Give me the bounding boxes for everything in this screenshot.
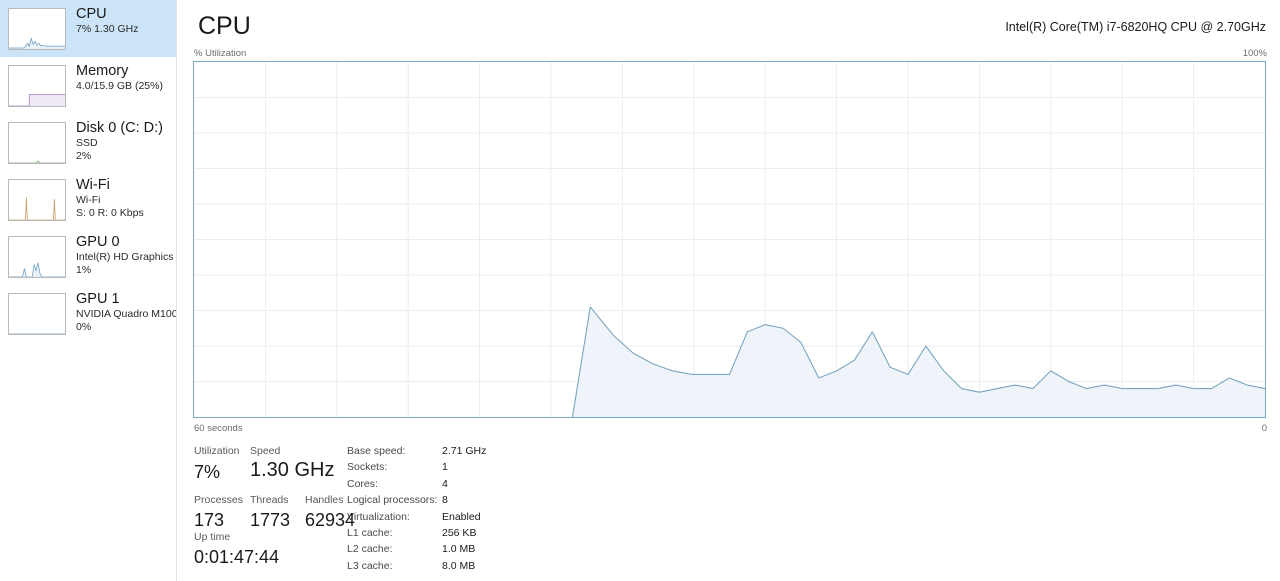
graph-y-axis-label: % Utilization [194, 48, 247, 59]
spec-value: 1 [442, 461, 448, 474]
spec-label: Virtualization: [347, 510, 410, 523]
sidebar-item-disk-0-c-d[interactable]: Disk 0 (C: D:) SSD 2% [0, 114, 176, 171]
cpu-model-label: Intel(R) Core(TM) i7-6820HQ CPU @ 2.70GH… [1005, 20, 1266, 34]
sidebar-item-sublabel-2: 2% [76, 150, 92, 162]
sidebar-item-sublabel-2: S: 0 R: 0 Kbps [76, 207, 144, 219]
speed-label: Speed [250, 445, 281, 457]
speed-value: 1.30 GHz [250, 459, 335, 481]
gpu1-thumbnail-graph [8, 293, 66, 335]
threads-value: 1773 [250, 510, 291, 530]
spec-label: Cores: [347, 477, 378, 490]
handles-label: Handles [305, 494, 344, 506]
spec-value: Enabled [442, 510, 481, 523]
sidebar-item-cpu[interactable]: CPU 7% 1.30 GHz [0, 0, 176, 57]
graph-x-axis-end-label: 0 [1261, 423, 1267, 434]
spec-label: L1 cache: [347, 527, 393, 539]
cpu-statistics-panel: Utilization 7% Speed 1.30 GHz Processes … [177, 437, 1280, 581]
sidebar-item-label: CPU [76, 6, 107, 22]
sidebar-item-text: Memory 4.0/15.9 GB (25%) [76, 62, 163, 93]
sidebar-item-wi-fi[interactable]: Wi-Fi Wi-Fi S: 0 R: 0 Kbps [0, 171, 176, 228]
spec-value: 8 [442, 494, 448, 507]
sidebar-item-gpu-0[interactable]: GPU 0Intel(R) HD Graphics 5301% [0, 228, 176, 285]
page-title: CPU [198, 12, 251, 40]
wifi-thumbnail-graph [8, 179, 66, 221]
utilization-label: Utilization [194, 445, 240, 457]
graph-x-axis-start-label: 60 seconds [194, 423, 243, 434]
sidebar-item-sublabel: 7% 1.30 GHz [76, 23, 139, 35]
sidebar-item-sublabel: NVIDIA Quadro M1000M [76, 308, 176, 320]
graph-y-axis-max-label: 100% [1242, 48, 1267, 59]
disk-thumbnail-graph [8, 122, 66, 164]
processes-label: Processes [194, 494, 244, 506]
sidebar-item-label: Disk 0 (C: D:) [76, 120, 163, 136]
spec-value: 256 KB [442, 527, 477, 539]
spec-value: 1.0 MB [442, 543, 476, 556]
gpu0-thumbnail-graph [8, 236, 66, 278]
sidebar-item-sublabel: 4.0/15.9 GB (25%) [76, 80, 163, 92]
task-manager-performance-view: CPU 7% 1.30 GHz Memory 4.0/15.9 GB (25%) Dis… [0, 0, 1280, 581]
resource-sidebar[interactable]: CPU 7% 1.30 GHz Memory 4.0/15.9 GB (25%) Dis… [0, 0, 177, 581]
uptime-label: Up time [194, 531, 231, 543]
cpu-detail-pane: CPU Intel(R) Core(TM) i7-6820HQ CPU @ 2.… [177, 0, 1280, 581]
sidebar-item-text: Disk 0 (C: D:) SSD 2% [76, 119, 163, 163]
sidebar-item-text: GPU 1NVIDIA Quadro M1000M0% [76, 290, 176, 334]
cpu-thumbnail-graph [8, 8, 66, 50]
processes-value: 173 [194, 510, 225, 530]
sidebar-item-sublabel: Intel(R) HD Graphics 530 [76, 251, 176, 263]
sidebar-item-gpu-1[interactable]: GPU 1NVIDIA Quadro M1000M0% [0, 285, 176, 342]
sidebar-item-sublabel-2: 0% [76, 321, 92, 333]
cpu-utilization-graph[interactable] [193, 61, 1266, 418]
spec-value: 4 [442, 477, 448, 490]
spec-value: 8.0 MB [442, 559, 476, 572]
spec-label: L3 cache: [347, 559, 393, 572]
spec-label: Logical processors: [347, 494, 438, 507]
sidebar-item-sublabel: SSD [76, 137, 98, 149]
spec-label: Base speed: [347, 445, 406, 457]
sidebar-item-label: Wi-Fi [76, 177, 110, 193]
utilization-value: 7% [194, 462, 221, 482]
spec-value: 2.71 GHz [442, 445, 487, 457]
sidebar-item-text: GPU 0Intel(R) HD Graphics 5301% [76, 233, 176, 277]
sidebar-item-label: GPU 1 [76, 291, 120, 307]
sidebar-item-text: Wi-Fi Wi-Fi S: 0 R: 0 Kbps [76, 176, 144, 220]
sidebar-item-memory[interactable]: Memory 4.0/15.9 GB (25%) [0, 57, 176, 114]
spec-label: L2 cache: [347, 543, 393, 556]
sidebar-item-label: GPU 0 [76, 234, 120, 250]
sidebar-item-sublabel-2: 1% [76, 264, 92, 276]
memory-thumbnail-graph [8, 65, 66, 107]
sidebar-item-sublabel: Wi-Fi [76, 194, 101, 206]
sidebar-item-text: CPU 7% 1.30 GHz [76, 5, 138, 36]
sidebar-item-label: Memory [76, 63, 129, 79]
threads-label: Threads [250, 494, 289, 506]
uptime-value: 0:01:47:44 [194, 547, 280, 567]
spec-label: Sockets: [347, 461, 388, 474]
